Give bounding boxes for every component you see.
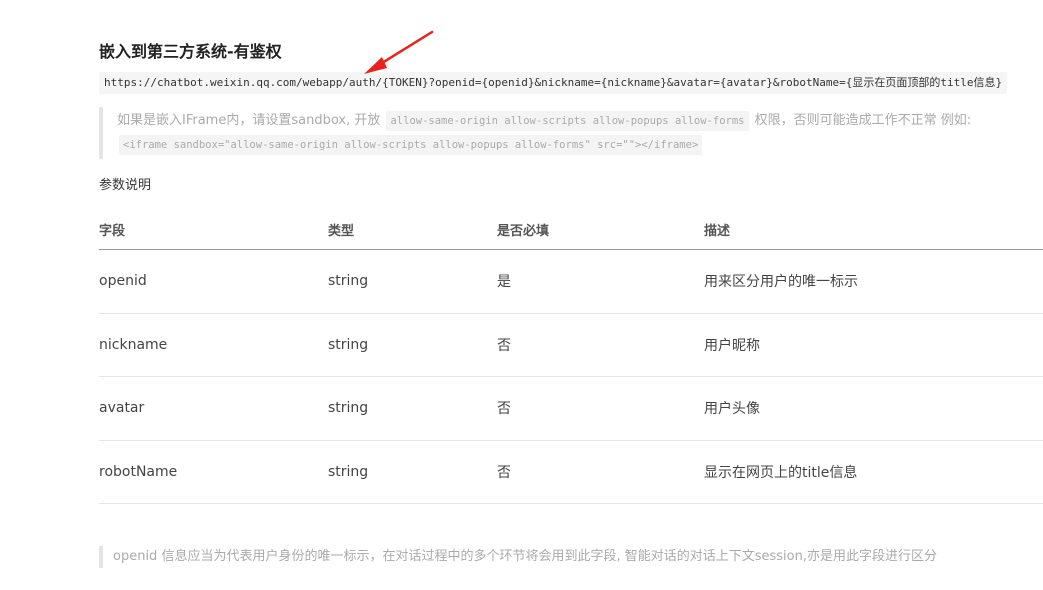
table-row: robotName string 否 显示在网页上的title信息 <box>99 441 1043 504</box>
cell-description: 用户头像 <box>704 401 760 418</box>
cell-type: string <box>328 463 369 480</box>
cell-field: openid <box>99 273 147 290</box>
header-description: 描述 <box>704 224 731 239</box>
iframe-example-code: <iframe sandbox="allow-same-origin allow… <box>119 135 703 155</box>
cell-required: 否 <box>497 337 511 354</box>
openid-note: openid 信息应当为代表用户身份的唯一标示，在对话过程中的多个环节将会用到此… <box>99 546 937 568</box>
sandbox-note-prefix: 如果是嵌入IFrame内，请设置sandbox, 开放 <box>117 113 381 128</box>
cell-type: string <box>328 400 369 417</box>
sandbox-permissions-code: allow-same-origin allow-scripts allow-po… <box>386 111 749 131</box>
cell-field: nickname <box>99 336 168 353</box>
red-arrow-icon <box>364 30 434 74</box>
header-field: 字段 <box>99 224 126 239</box>
sandbox-note: 如果是嵌入IFrame内，请设置sandbox, 开放 allow-same-o… <box>99 107 1023 159</box>
url-code-block: https://chatbot.weixin.qq.com/webapp/aut… <box>99 72 1008 94</box>
cell-description: 显示在网页上的title信息 <box>704 464 858 481</box>
table-header: 字段 类型 是否必填 描述 <box>99 208 1043 250</box>
params-heading: 参数说明 <box>99 178 152 193</box>
table-row: avatar string 否 用户头像 <box>99 377 1043 441</box>
header-type: 类型 <box>328 224 355 239</box>
cell-description: 用来区分用户的唯一标示 <box>704 274 858 291</box>
cell-description: 用户昵称 <box>704 337 760 354</box>
cell-required: 否 <box>497 464 511 481</box>
cell-type: string <box>328 273 369 290</box>
params-table: 字段 类型 是否必填 描述 openid string 是 用来区分用户的唯一标… <box>99 208 1043 504</box>
cell-field: robotName <box>99 463 178 480</box>
cell-type: string <box>328 336 369 353</box>
page-title: 嵌入到第三方系统-有鉴权 <box>99 42 282 61</box>
table-row: nickname string 否 用户昵称 <box>99 314 1043 377</box>
sandbox-note-suffix: 权限，否则可能造成工作不正常 例如: <box>754 113 972 128</box>
table-row: openid string 是 用来区分用户的唯一标示 <box>99 250 1043 314</box>
header-required: 是否必填 <box>497 224 550 239</box>
cell-required: 否 <box>497 401 511 418</box>
cell-field: avatar <box>99 400 145 417</box>
cell-required: 是 <box>497 274 511 291</box>
